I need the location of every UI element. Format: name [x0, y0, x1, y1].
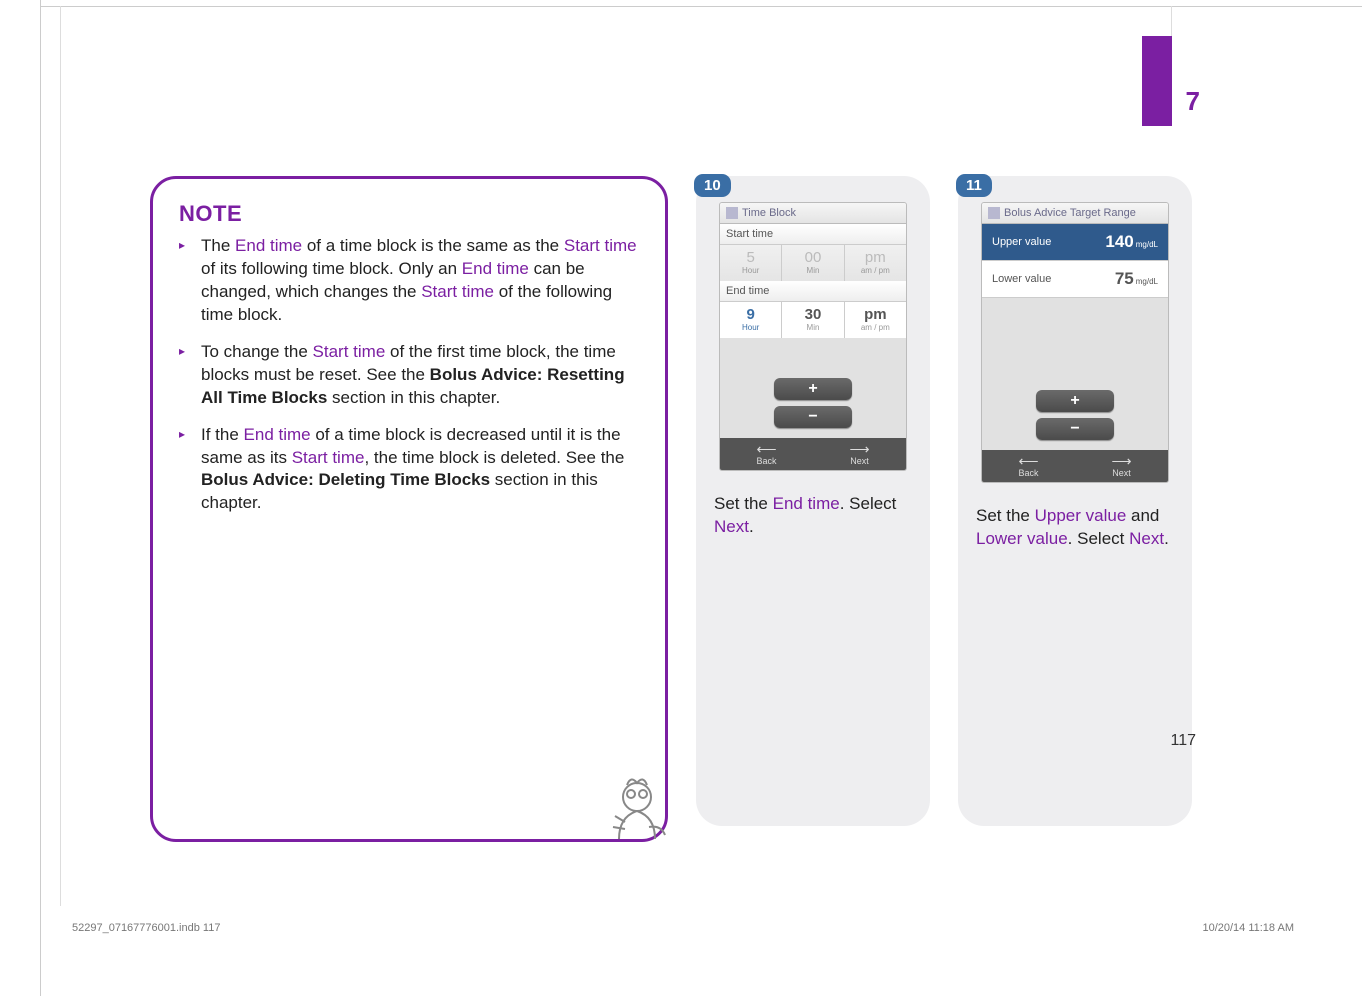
screen-title-bar: Time Block	[720, 203, 906, 224]
back-button[interactable]: ⟵Back	[982, 450, 1075, 482]
crop-mark-left	[0, 0, 41, 996]
note-title: NOTE	[179, 201, 639, 227]
clock-icon	[726, 207, 738, 219]
start-time-label: Start time	[720, 224, 906, 245]
content-row: NOTE The End time of a time block is the…	[150, 176, 1192, 806]
upper-value-label: Upper value	[992, 236, 1051, 248]
arrow-left-icon: ⟵	[720, 442, 813, 456]
plus-button[interactable]: +	[774, 378, 852, 400]
back-button[interactable]: ⟵Back	[720, 438, 813, 470]
page-number: 117	[1170, 732, 1196, 750]
screen-title: Bolus Advice Target Range	[1004, 207, 1136, 219]
end-time-label: End time	[720, 281, 906, 302]
start-time-row: 5Hour 00Min pmam / pm	[720, 245, 906, 281]
end-ampm[interactable]: pmam / pm	[845, 302, 906, 338]
step-10-caption: Set the End time. Select Next.	[714, 493, 912, 539]
screen-footer: ⟵Back ⟶Next	[720, 438, 906, 470]
lower-value-row[interactable]: Lower value 75mg/dL	[982, 261, 1168, 298]
upper-value-unit: mg/dL	[1136, 240, 1158, 249]
arrow-left-icon: ⟵	[982, 454, 1075, 468]
arrow-right-icon: ⟶	[1075, 454, 1168, 468]
print-slug-date: 10/20/14 11:18 AM	[1202, 922, 1294, 934]
screen-title: Time Block	[742, 207, 796, 219]
note-item-3: If the End time of a time block is decre…	[179, 424, 639, 516]
upper-value-number: 140	[1105, 232, 1133, 251]
chapter-tab	[1142, 36, 1172, 126]
note-item-1: The End time of a time block is the same…	[179, 235, 639, 327]
step-badge-10: 10	[694, 174, 731, 197]
screen-target-range: Bolus Advice Target Range Upper value 14…	[981, 202, 1169, 483]
end-hour[interactable]: 9Hour	[720, 302, 782, 338]
start-min: 00Min	[782, 245, 844, 281]
end-min[interactable]: 30Min	[782, 302, 844, 338]
minus-button[interactable]: −	[1036, 418, 1114, 440]
page: 7 NOTE The End time of a time block is t…	[60, 6, 1302, 936]
owl-illustration	[587, 767, 677, 857]
arrow-right-icon: ⟶	[813, 442, 906, 456]
plus-button[interactable]: +	[1036, 390, 1114, 412]
note-list: The End time of a time block is the same…	[179, 235, 639, 515]
screen-time-block: Time Block Start time 5Hour 00Min pmam /…	[719, 202, 907, 471]
step-11-caption: Set the Upper value and Lower value. Sel…	[976, 505, 1174, 551]
start-hour: 5Hour	[720, 245, 782, 281]
end-time-row[interactable]: 9Hour 30Min pmam / pm	[720, 302, 906, 338]
screen-spacer	[720, 338, 906, 372]
screen-title-bar: Bolus Advice Target Range	[982, 203, 1168, 224]
note-box: NOTE The End time of a time block is the…	[150, 176, 668, 842]
screen-footer: ⟵Back ⟶Next	[982, 450, 1168, 482]
step-badge-11: 11	[956, 174, 992, 197]
range-icon	[988, 207, 1000, 219]
lower-value-number: 75	[1115, 269, 1134, 288]
plus-minus-group: + −	[982, 384, 1168, 450]
lower-value-unit: mg/dL	[1136, 277, 1158, 286]
print-slug-file: 52297_07167776001.indb 117	[72, 922, 220, 934]
upper-value-row[interactable]: Upper value 140mg/dL	[982, 224, 1168, 261]
chapter-number: 7	[1186, 86, 1200, 117]
step-11: 11 Bolus Advice Target Range Upper value…	[958, 176, 1192, 826]
step-10: 10 Time Block Start time 5Hour 00Min pma…	[696, 176, 930, 826]
next-button[interactable]: ⟶Next	[1075, 450, 1168, 482]
next-button[interactable]: ⟶Next	[813, 438, 906, 470]
start-ampm: pmam / pm	[845, 245, 906, 281]
lower-value-label: Lower value	[992, 273, 1051, 285]
plus-minus-group: + −	[720, 372, 906, 438]
screen-spacer	[982, 298, 1168, 384]
note-item-2: To change the Start time of the first ti…	[179, 341, 639, 410]
minus-button[interactable]: −	[774, 406, 852, 428]
